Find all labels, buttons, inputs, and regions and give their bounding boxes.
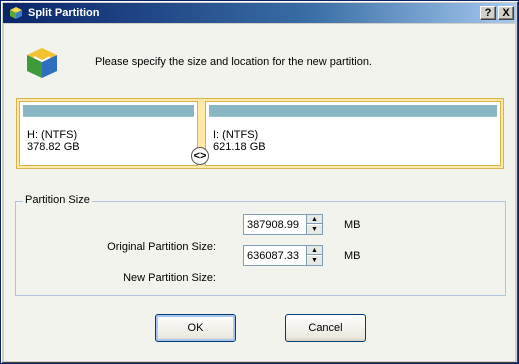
window-title: Split Partition [28,7,100,19]
original-size-input[interactable] [244,215,306,234]
partition-tool-icon [27,48,57,78]
resize-handle-icon[interactable]: <> [191,147,209,165]
new-size-input[interactable] [244,246,306,265]
new-size-unit: MB [344,250,361,262]
split-partition-dialog: Split Partition ? X Please specify the s… [0,0,519,364]
new-size-label: New Partition Size: [123,272,216,284]
instruction-text: Please specify the size and location for… [95,56,372,68]
partition-usage-strip [23,105,194,117]
original-size-label: Original Partition Size: [107,241,216,253]
spin-up-icon[interactable]: ▲ [307,215,322,224]
original-size-unit: MB [344,219,361,231]
partition-size: 621.18 GB [213,141,266,153]
new-size-stepper[interactable]: ▲ ▼ [243,245,323,266]
ok-button[interactable]: OK [155,314,236,342]
spin-up-icon[interactable]: ▲ [307,246,322,255]
partition-size: 378.82 GB [27,141,80,153]
partition-name: H: (NTFS) [27,129,78,141]
partition-i[interactable]: I: (NTFS) 621.18 GB [205,101,501,166]
partition-h[interactable]: H: (NTFS) 378.82 GB [19,101,198,166]
title-bar: Split Partition ? X [3,3,516,23]
cancel-button[interactable]: Cancel [285,314,366,342]
partition-map: H: (NTFS) 378.82 GB I: (NTFS) 621.18 GB … [16,98,504,169]
dialog-body: Please specify the size and location for… [4,24,515,361]
spin-down-icon[interactable]: ▼ [307,256,322,265]
partition-name: I: (NTFS) [213,129,259,141]
partition-usage-strip [209,105,497,117]
spin-down-icon[interactable]: ▼ [307,225,322,234]
close-button[interactable]: X [498,6,514,20]
group-legend: Partition Size [23,194,92,206]
original-size-stepper[interactable]: ▲ ▼ [243,214,323,235]
help-button[interactable]: ? [480,6,496,20]
app-cube-icon [10,7,22,19]
